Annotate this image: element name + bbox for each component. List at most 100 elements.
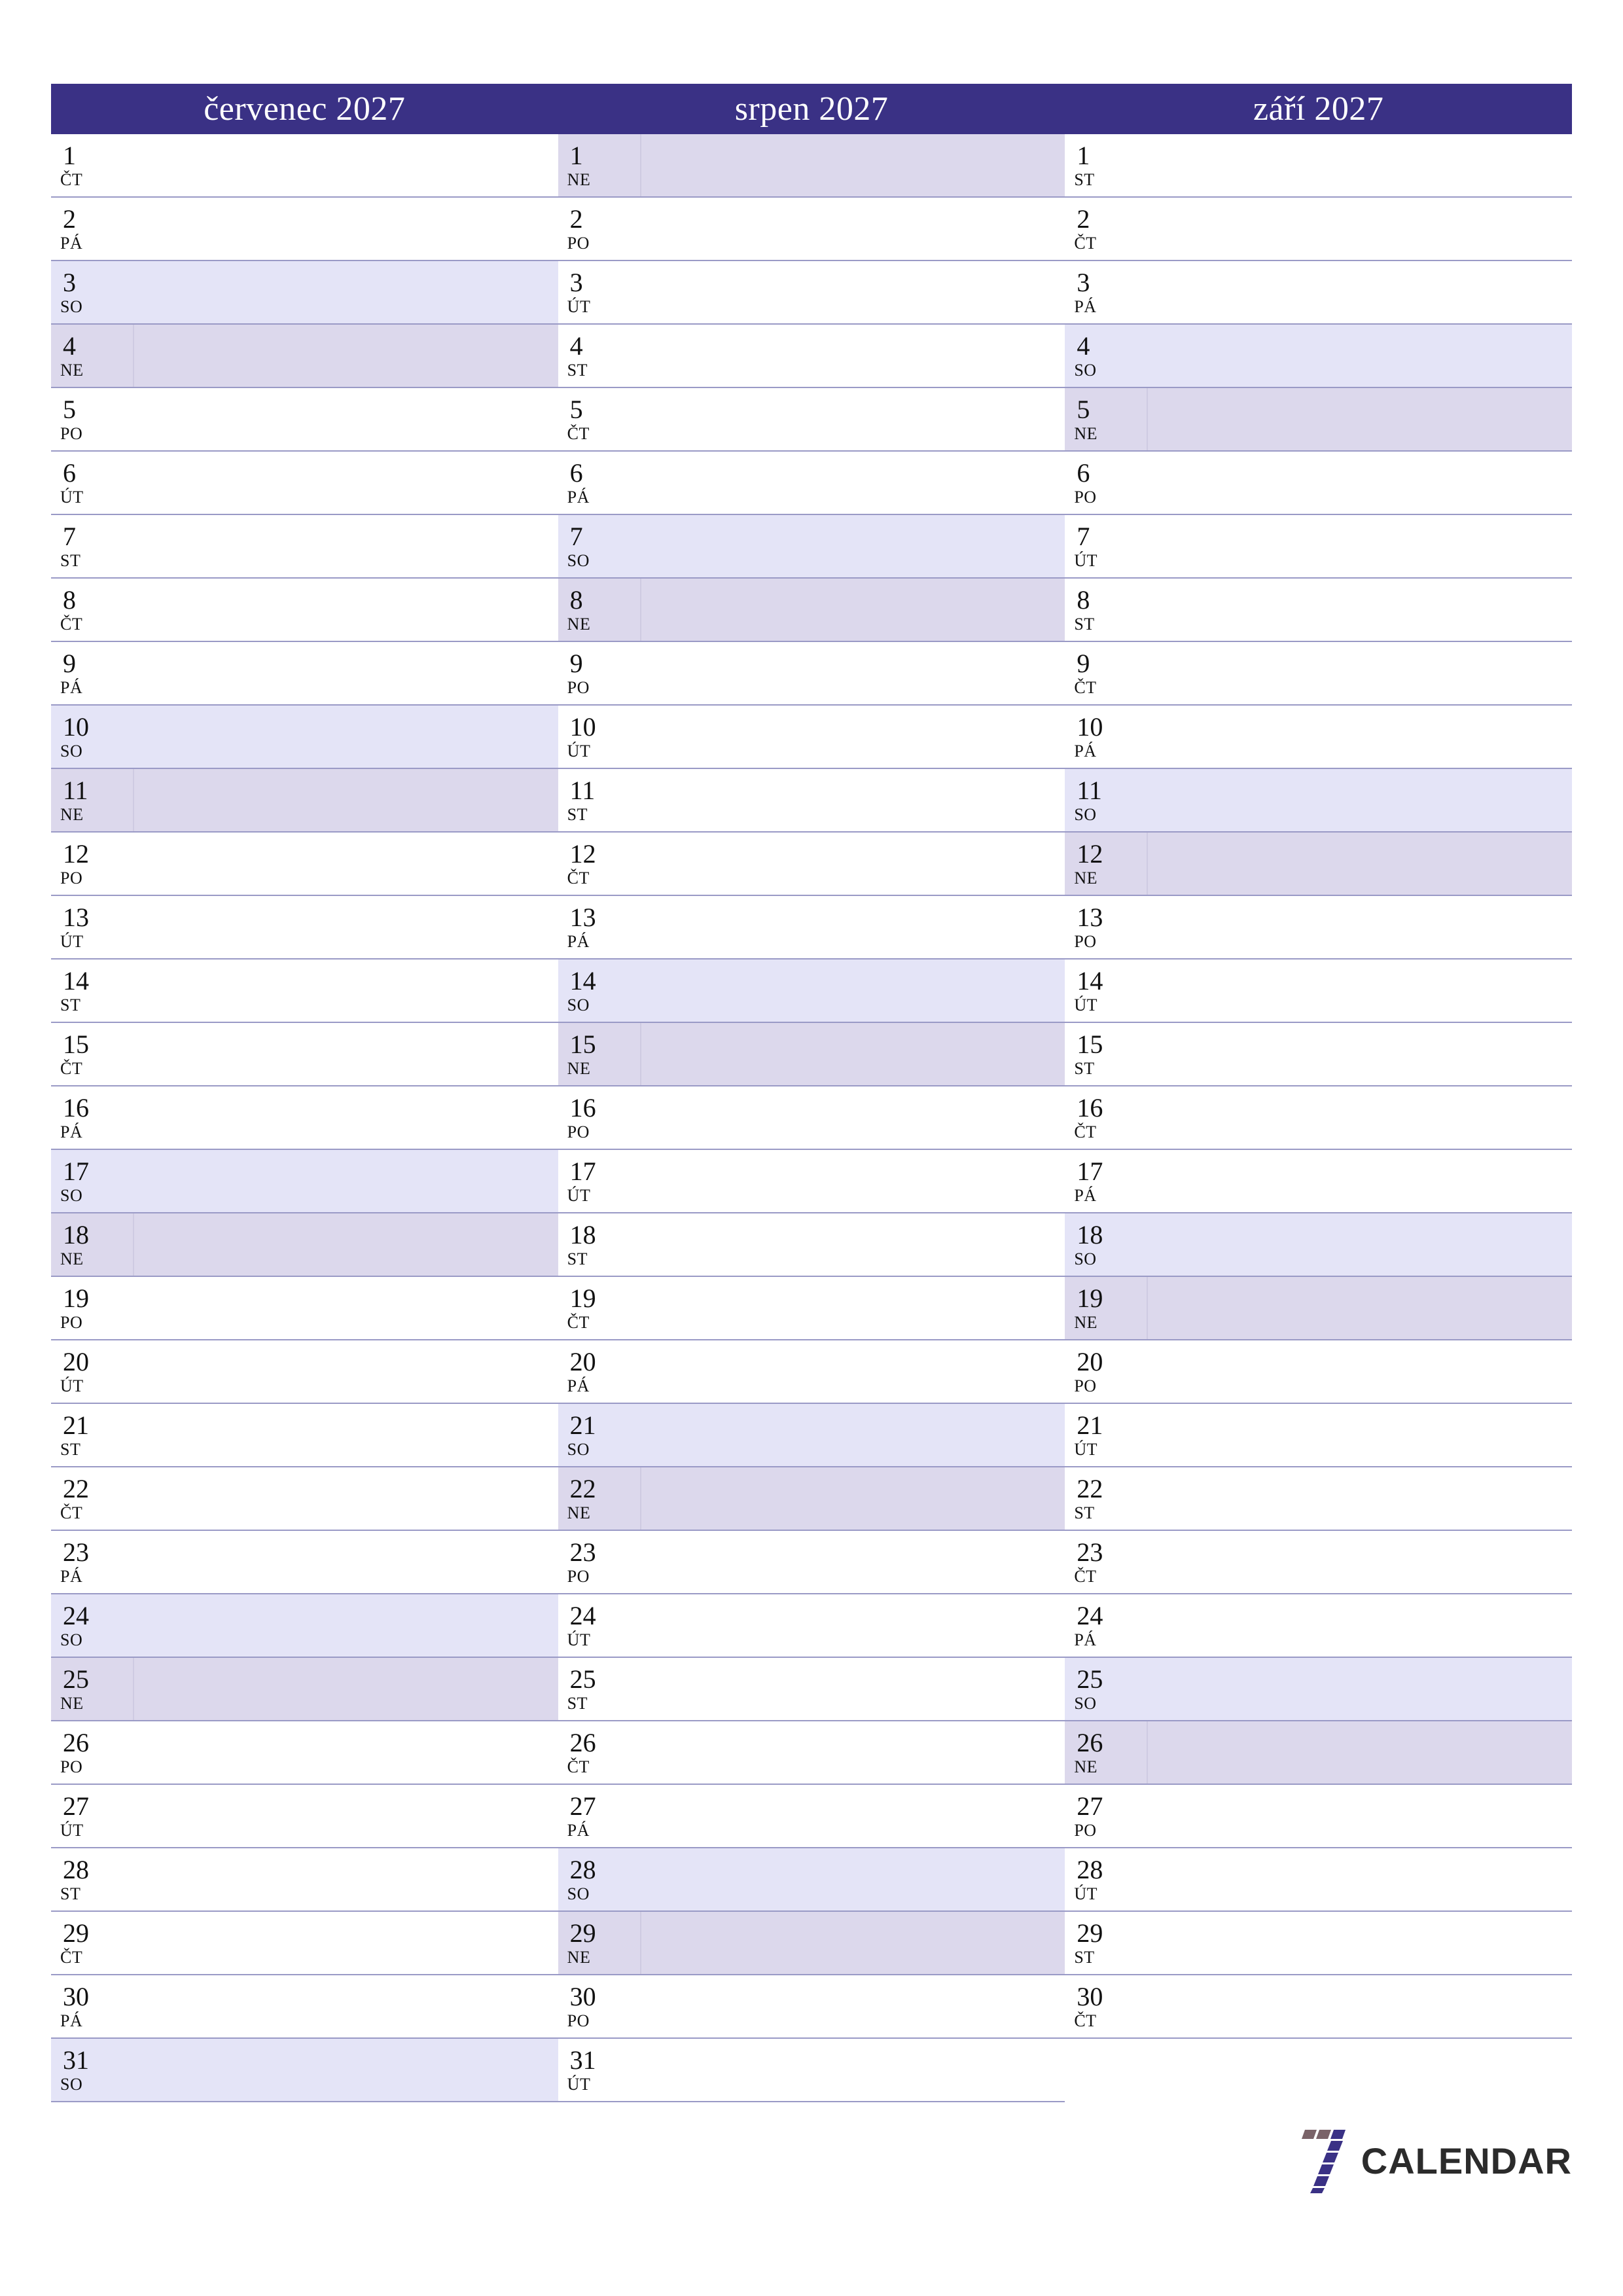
day-row[interactable]: 8 NE bbox=[558, 579, 1065, 642]
day-notes-area[interactable] bbox=[134, 769, 558, 831]
day-row[interactable]: 13 PO bbox=[1065, 896, 1573, 960]
day-row[interactable]: 30 PÁ bbox=[51, 1975, 558, 2039]
day-row[interactable]: 25 SO bbox=[1065, 1658, 1573, 1721]
day-notes-area[interactable] bbox=[134, 1277, 558, 1339]
day-notes-area[interactable] bbox=[641, 515, 1065, 577]
day-row[interactable]: 2 PO bbox=[558, 198, 1065, 261]
day-notes-area[interactable] bbox=[1148, 388, 1572, 450]
day-notes-area[interactable] bbox=[134, 1785, 558, 1847]
day-row[interactable]: 19 NE bbox=[1065, 1277, 1573, 1340]
day-row[interactable]: 23 ČT bbox=[1065, 1531, 1573, 1594]
day-notes-area[interactable] bbox=[641, 706, 1065, 768]
day-row[interactable]: 29 ČT bbox=[51, 1912, 558, 1975]
day-row[interactable]: 28 ÚT bbox=[1065, 1848, 1573, 1912]
day-notes-area[interactable] bbox=[134, 2039, 558, 2101]
day-notes-area[interactable] bbox=[134, 579, 558, 641]
day-row[interactable]: 1 NE bbox=[558, 134, 1065, 198]
day-notes-area[interactable] bbox=[641, 1213, 1065, 1276]
day-notes-area[interactable] bbox=[1148, 642, 1572, 704]
day-row[interactable]: 4 NE bbox=[51, 325, 558, 388]
day-notes-area[interactable] bbox=[134, 1721, 558, 1784]
day-row[interactable]: 23 PO bbox=[558, 1531, 1065, 1594]
day-row[interactable]: 16 ČT bbox=[1065, 1086, 1573, 1150]
day-row[interactable]: 23 PÁ bbox=[51, 1531, 558, 1594]
day-notes-area[interactable] bbox=[134, 325, 558, 387]
day-notes-area[interactable] bbox=[641, 896, 1065, 958]
day-row[interactable]: 29 NE bbox=[558, 1912, 1065, 1975]
day-notes-area[interactable] bbox=[641, 1848, 1065, 1910]
day-row[interactable]: 20 PÁ bbox=[558, 1340, 1065, 1404]
day-row[interactable]: 30 PO bbox=[558, 1975, 1065, 2039]
day-notes-area[interactable] bbox=[641, 261, 1065, 323]
day-row[interactable]: 24 PÁ bbox=[1065, 1594, 1573, 1658]
day-notes-area[interactable] bbox=[134, 388, 558, 450]
day-row[interactable]: 1 ST bbox=[1065, 134, 1573, 198]
day-notes-area[interactable] bbox=[641, 198, 1065, 260]
day-notes-area[interactable] bbox=[641, 833, 1065, 895]
day-notes-area[interactable] bbox=[1148, 325, 1572, 387]
day-notes-area[interactable] bbox=[1148, 198, 1572, 260]
day-notes-area[interactable] bbox=[134, 833, 558, 895]
day-row[interactable]: 12 NE bbox=[1065, 833, 1573, 896]
day-row[interactable]: 4 ST bbox=[558, 325, 1065, 388]
day-row[interactable]: 6 PO bbox=[1065, 452, 1573, 515]
day-notes-area[interactable] bbox=[1148, 1023, 1572, 1085]
day-row[interactable]: 30 ČT bbox=[1065, 1975, 1573, 2039]
day-row[interactable]: 7 ST bbox=[51, 515, 558, 579]
day-row[interactable]: 27 ÚT bbox=[51, 1785, 558, 1848]
day-row[interactable]: 19 ČT bbox=[558, 1277, 1065, 1340]
day-row[interactable]: 12 ČT bbox=[558, 833, 1065, 896]
day-notes-area[interactable] bbox=[641, 1721, 1065, 1784]
day-notes-area[interactable] bbox=[641, 1594, 1065, 1657]
day-notes-area[interactable] bbox=[1148, 1404, 1572, 1466]
day-notes-area[interactable] bbox=[134, 1023, 558, 1085]
day-row[interactable]: 15 ST bbox=[1065, 1023, 1573, 1086]
day-row[interactable]: 20 PO bbox=[1065, 1340, 1573, 1404]
day-row[interactable]: 22 ST bbox=[1065, 1467, 1573, 1531]
day-row[interactable]: 2 PÁ bbox=[51, 198, 558, 261]
day-row[interactable]: 27 PÁ bbox=[558, 1785, 1065, 1848]
day-notes-area[interactable] bbox=[134, 1594, 558, 1657]
day-notes-area[interactable] bbox=[1148, 1658, 1572, 1720]
day-row[interactable]: 5 NE bbox=[1065, 388, 1573, 452]
day-row[interactable]: 28 SO bbox=[558, 1848, 1065, 1912]
day-row[interactable]: 21 ÚT bbox=[1065, 1404, 1573, 1467]
day-row[interactable]: 31 SO bbox=[51, 2039, 558, 2102]
day-notes-area[interactable] bbox=[1148, 960, 1572, 1022]
day-notes-area[interactable] bbox=[134, 1467, 558, 1530]
day-notes-area[interactable] bbox=[641, 960, 1065, 1022]
day-notes-area[interactable] bbox=[1148, 515, 1572, 577]
day-notes-area[interactable] bbox=[641, 579, 1065, 641]
day-row[interactable]: 9 ČT bbox=[1065, 642, 1573, 706]
day-row[interactable]: 31 ÚT bbox=[558, 2039, 1065, 2102]
day-notes-area[interactable] bbox=[134, 642, 558, 704]
day-row[interactable]: 21 SO bbox=[558, 1404, 1065, 1467]
day-notes-area[interactable] bbox=[1148, 1785, 1572, 1847]
day-row[interactable]: 20 ÚT bbox=[51, 1340, 558, 1404]
day-row[interactable]: 24 ÚT bbox=[558, 1594, 1065, 1658]
day-row[interactable]: 5 ČT bbox=[558, 388, 1065, 452]
day-row[interactable]: 17 ÚT bbox=[558, 1150, 1065, 1213]
day-row[interactable]: 22 ČT bbox=[51, 1467, 558, 1531]
day-notes-area[interactable] bbox=[134, 261, 558, 323]
day-row[interactable]: 6 ÚT bbox=[51, 452, 558, 515]
day-row[interactable]: 14 ST bbox=[51, 960, 558, 1023]
day-row[interactable]: 8 ST bbox=[1065, 579, 1573, 642]
day-notes-area[interactable] bbox=[641, 1975, 1065, 2037]
day-row[interactable]: 7 ÚT bbox=[1065, 515, 1573, 579]
day-notes-area[interactable] bbox=[1148, 1531, 1572, 1593]
day-notes-area[interactable] bbox=[1148, 261, 1572, 323]
day-notes-area[interactable] bbox=[134, 1912, 558, 1974]
day-row[interactable]: 2 ČT bbox=[1065, 198, 1573, 261]
day-notes-area[interactable] bbox=[641, 388, 1065, 450]
day-row[interactable]: 25 NE bbox=[51, 1658, 558, 1721]
day-row[interactable]: 3 ÚT bbox=[558, 261, 1065, 325]
day-notes-area[interactable] bbox=[1148, 1150, 1572, 1212]
day-row[interactable]: 16 PO bbox=[558, 1086, 1065, 1150]
day-row[interactable]: 26 PO bbox=[51, 1721, 558, 1785]
day-row[interactable]: 19 PO bbox=[51, 1277, 558, 1340]
day-row[interactable]: 11 SO bbox=[1065, 769, 1573, 833]
day-notes-area[interactable] bbox=[641, 1531, 1065, 1593]
day-notes-area[interactable] bbox=[641, 1404, 1065, 1466]
day-row[interactable]: 9 PÁ bbox=[51, 642, 558, 706]
